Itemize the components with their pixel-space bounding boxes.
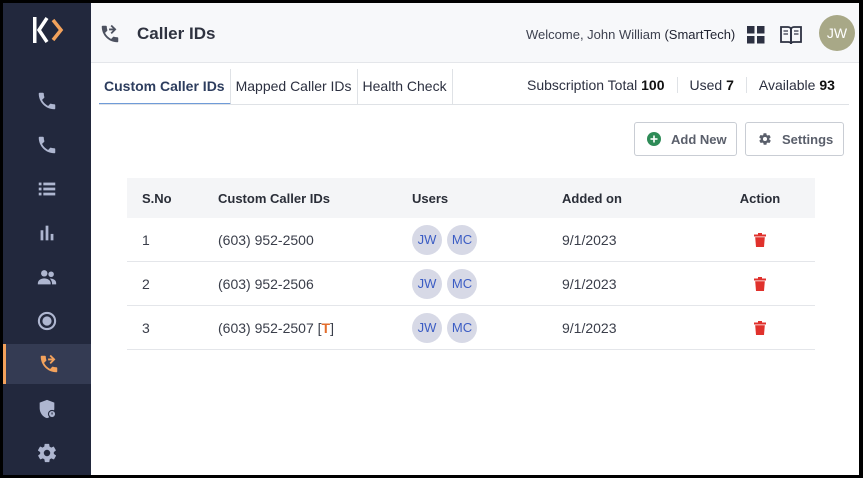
caller-ids-table: S.No Custom Caller IDs Users Added on Ac… — [127, 178, 815, 350]
cell-caller-id: (603) 952-2506 — [218, 275, 314, 292]
phone-icon — [38, 92, 56, 110]
top-bar: Caller IDs Welcome, John William (SmartT… — [91, 3, 859, 63]
sidebar — [3, 3, 91, 475]
cell-users: JW MC — [412, 268, 562, 299]
apps-grid-icon[interactable] — [747, 26, 765, 44]
col-header-sno: S.No — [142, 190, 172, 206]
gear-icon — [37, 443, 57, 463]
phone-forward-icon — [40, 354, 57, 373]
subscription-total: Subscription Total 100 — [527, 77, 677, 93]
sidebar-item-list[interactable] — [3, 169, 91, 209]
cell-sno: 1 — [142, 231, 150, 248]
list-icon — [38, 182, 56, 196]
record-icon — [37, 311, 57, 331]
user-chip[interactable]: MC — [447, 312, 477, 343]
caller-id-tag: T — [321, 319, 331, 336]
phone-forward-icon — [99, 23, 121, 45]
cell-action — [705, 276, 815, 291]
cell-caller-id: (603) 952-2507 [T] — [218, 319, 334, 336]
sidebar-item-recordings[interactable] — [3, 301, 91, 341]
col-header-action: Action — [739, 190, 781, 206]
cell-sno: 2 — [142, 275, 150, 292]
tab-custom-caller-ids[interactable]: Custom Caller IDs — [99, 69, 231, 105]
trash-icon[interactable] — [753, 276, 767, 291]
user-chip[interactable]: JW — [412, 312, 442, 343]
sidebar-item-caller-ids[interactable] — [3, 344, 91, 384]
user-chip[interactable]: JW — [412, 224, 442, 255]
book-icon[interactable] — [779, 24, 803, 46]
logo-icon — [33, 17, 64, 43]
shield-icon — [39, 399, 57, 419]
tab-divider — [99, 104, 849, 105]
cell-caller-id: (603) 952-2500 — [218, 231, 314, 248]
subscription-total-value: 100 — [641, 77, 665, 93]
settings-button[interactable]: Settings — [745, 122, 844, 156]
subscription-used: Used 7 — [676, 77, 746, 93]
subscription-used-value: 7 — [726, 77, 734, 93]
main-content: Caller IDs Welcome, John William (SmartT… — [91, 3, 859, 475]
subscription-total-label: Subscription Total — [527, 77, 638, 93]
user-chip[interactable]: MC — [447, 224, 477, 255]
user-chip[interactable]: MC — [447, 268, 477, 299]
add-new-button[interactable]: Add New — [634, 122, 737, 156]
subscription-used-label: Used — [689, 77, 723, 93]
cell-users: JW MC — [412, 312, 562, 343]
cell-action — [705, 232, 815, 247]
avatar[interactable]: JW — [819, 15, 855, 51]
cell-sno: 3 — [142, 319, 150, 336]
sidebar-item-security[interactable] — [3, 389, 91, 429]
cell-action — [705, 320, 815, 335]
caller-id-number: (603) 952-2507 — [218, 319, 314, 336]
cell-added-on: 9/1/2023 — [562, 319, 617, 336]
subscription-available-label: Available — [758, 77, 816, 93]
trash-icon[interactable] — [753, 320, 767, 335]
tab-health-check[interactable]: Health Check — [358, 69, 453, 105]
table-row: 1 (603) 952-2500 JW MC 9/1/2023 — [127, 218, 815, 262]
sidebar-item-dialer[interactable] — [3, 125, 91, 165]
user-chip[interactable]: JW — [412, 268, 442, 299]
page-title: Caller IDs — [137, 24, 216, 43]
table-row: 2 (603) 952-2506 JW MC 9/1/2023 — [127, 262, 815, 306]
plus-circle-icon — [647, 132, 661, 146]
welcome-user: Welcome, John William — [526, 27, 665, 42]
sidebar-item-users[interactable] — [3, 257, 91, 297]
welcome-org: (SmartTech) — [664, 27, 736, 42]
tab-mapped-caller-ids[interactable]: Mapped Caller IDs — [231, 69, 358, 105]
users-icon — [37, 270, 57, 285]
sidebar-item-settings[interactable] — [3, 433, 91, 473]
settings-label: Settings — [782, 131, 834, 147]
subscription-summary: Subscription Total 100 Used 7 Available … — [527, 77, 847, 93]
phone-icon — [38, 136, 56, 154]
subscription-available: Available 93 — [745, 77, 847, 93]
table-header: S.No Custom Caller IDs Users Added on Ac… — [127, 178, 815, 218]
table-row: 3 (603) 952-2507 [T] JW MC 9/1/2023 — [127, 306, 815, 350]
bar-chart-icon — [40, 225, 54, 241]
col-header-users: Users — [412, 190, 449, 206]
app-window: Caller IDs Welcome, John William (SmartT… — [3, 3, 859, 475]
add-new-label: Add New — [671, 131, 727, 147]
cell-added-on: 9/1/2023 — [562, 231, 617, 248]
subscription-available-value: 93 — [819, 77, 835, 93]
sidebar-item-reports[interactable] — [3, 213, 91, 253]
sidebar-item-calls[interactable] — [3, 81, 91, 121]
cell-added-on: 9/1/2023 — [562, 275, 617, 292]
col-header-added-on: Added on — [562, 190, 622, 206]
cell-users: JW MC — [412, 224, 562, 255]
col-header-caller-id: Custom Caller IDs — [218, 190, 330, 206]
gear-icon — [759, 133, 771, 145]
trash-icon[interactable] — [753, 232, 767, 247]
tab-bar: Custom Caller IDs Mapped Caller IDs Heal… — [99, 69, 453, 105]
welcome-text: Welcome, John William (SmartTech) — [526, 27, 735, 42]
